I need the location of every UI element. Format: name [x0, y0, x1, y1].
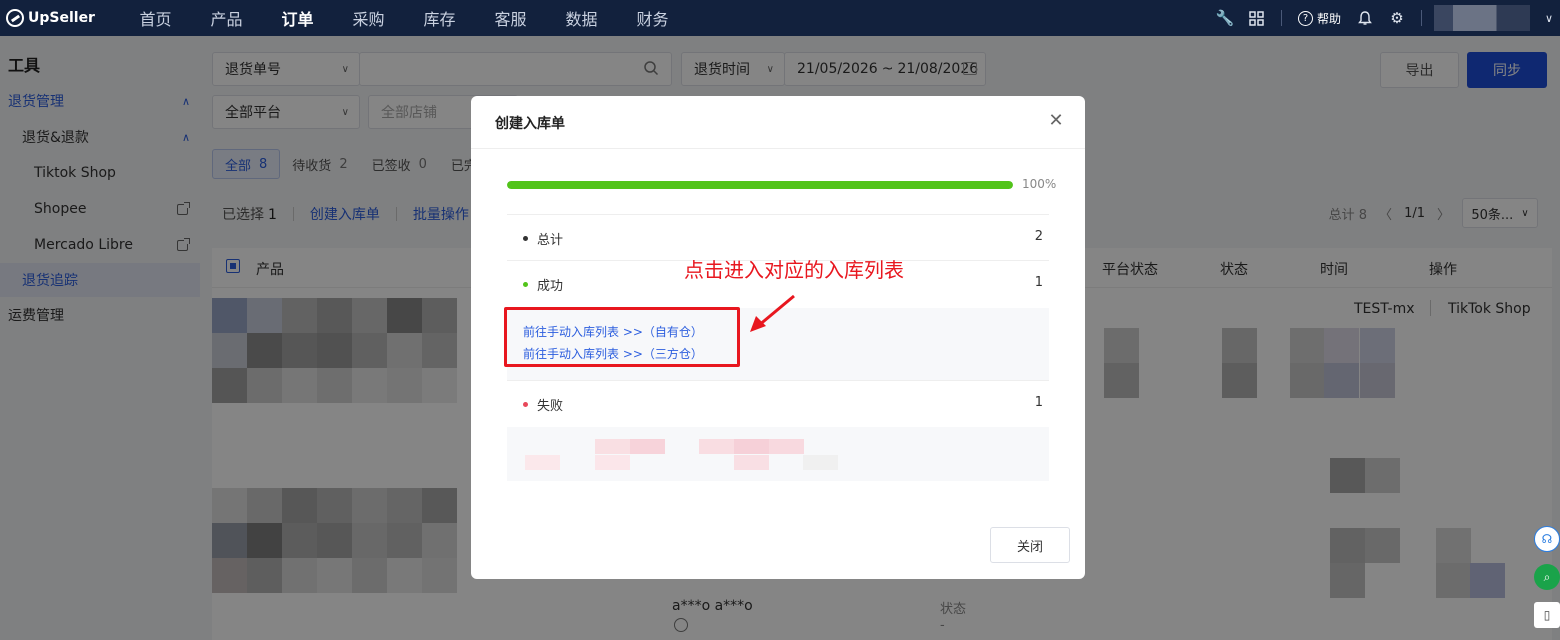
search-icon[interactable]: ⌕ — [1534, 564, 1560, 590]
nav-item-home[interactable]: 首页 — [120, 6, 191, 30]
headset-icon[interactable]: ☊ — [1534, 526, 1560, 552]
fail-value: 1 — [1034, 395, 1043, 410]
result-row-fail: 失败 1 — [507, 380, 1049, 427]
chevron-down-icon[interactable]: ∨ — [1538, 0, 1560, 36]
brand-name: UpSeller — [28, 10, 95, 26]
apps-grid-icon[interactable] — [1241, 0, 1273, 36]
help-label: 帮助 — [1316, 11, 1341, 26]
top-navbar: UpSeller 首页 产品 订单 采购 库存 客服 数据 财务 🔧 ? 帮助 … — [0, 0, 1560, 36]
nav-item-products[interactable]: 产品 — [191, 6, 262, 30]
fail-label: 失败 — [537, 399, 564, 414]
wrench-icon[interactable]: 🔧 — [1209, 0, 1241, 36]
user-avatar[interactable] — [1434, 5, 1530, 31]
divider — [471, 148, 1085, 149]
annotation-text: 点击进入对应的入库列表 — [684, 258, 904, 282]
top-right-tools: 🔧 ? 帮助 ⚙ ∨ — [1209, 0, 1560, 36]
bell-icon[interactable] — [1349, 0, 1381, 36]
progress-bar — [507, 181, 1013, 189]
total-label: 总计 — [537, 233, 564, 248]
phone-icon[interactable]: ▯ — [1534, 602, 1560, 628]
fail-dot — [523, 402, 528, 407]
question-icon: ? — [1297, 10, 1313, 26]
nav-item-inventory[interactable]: 库存 — [404, 6, 475, 30]
gear-icon[interactable]: ⚙ — [1381, 0, 1413, 36]
divider — [1280, 10, 1282, 26]
close-button[interactable]: 关闭 — [990, 527, 1070, 563]
progress-percent: 100% — [1022, 177, 1057, 191]
close-icon[interactable]: ✕ — [1047, 112, 1065, 130]
nav-item-data[interactable]: 数据 — [546, 6, 617, 30]
brand-logo[interactable]: UpSeller — [0, 9, 120, 27]
nav-item-finance[interactable]: 财务 — [617, 6, 688, 30]
success-value: 1 — [1034, 275, 1043, 290]
bullet-dot — [523, 236, 528, 241]
progress-fill — [507, 181, 1013, 189]
divider — [1421, 10, 1422, 26]
success-dot — [523, 282, 528, 287]
upseller-logo-icon — [6, 9, 24, 27]
nav-item-orders[interactable]: 订单 — [262, 6, 333, 30]
total-value: 2 — [1034, 229, 1043, 244]
fail-details-blurred — [507, 427, 1049, 481]
help-button[interactable]: ? 帮助 — [1290, 10, 1349, 27]
nav-item-customer-service[interactable]: 客服 — [475, 6, 546, 30]
annotation-arrow-icon — [750, 294, 795, 332]
nav-item-purchase[interactable]: 采购 — [333, 6, 404, 30]
main-nav: 首页 产品 订单 采购 库存 客服 数据 财务 — [120, 6, 688, 30]
floating-actions: ☊ ⌕ ▯ — [1534, 526, 1560, 640]
dialog-title: 创建入库单 — [495, 116, 565, 132]
annotation-highlight-box — [504, 307, 740, 367]
success-label: 成功 — [537, 279, 564, 294]
